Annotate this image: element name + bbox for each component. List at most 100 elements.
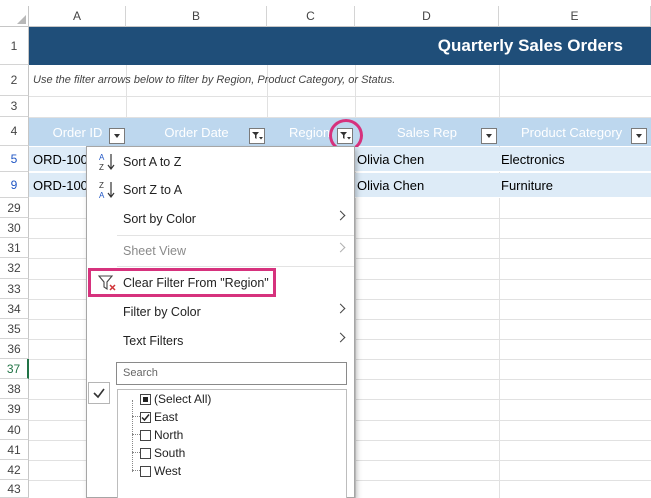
sheet-view-item: Sheet View — [87, 237, 354, 265]
row-header[interactable]: 33 — [0, 279, 29, 299]
unchecked-checkbox[interactable] — [140, 465, 151, 477]
category-cell[interactable]: Electronics — [501, 147, 565, 172]
row-header[interactable]: 4 — [0, 117, 29, 146]
menu-separator — [117, 235, 354, 236]
filter-funnel-icon — [252, 132, 263, 140]
column-header-a[interactable]: A — [29, 6, 126, 27]
row-header[interactable]: 38 — [0, 379, 29, 399]
unchecked-checkbox[interactable] — [140, 429, 151, 441]
row-header[interactable]: 30 — [0, 218, 29, 238]
tree-connector — [132, 416, 140, 417]
menu-item-label: Sort Z to A — [123, 183, 183, 197]
row-header[interactable]: 34 — [0, 299, 29, 319]
option-north[interactable]: North — [140, 426, 183, 444]
chevron-right-icon — [335, 303, 346, 314]
row-header[interactable]: 5 — [0, 146, 29, 172]
chevron-right-icon — [335, 210, 346, 221]
filter-dropdown-button[interactable] — [631, 128, 647, 144]
row-header[interactable]: 40 — [0, 420, 29, 440]
sales-rep-cell[interactable]: Olivia Chen — [357, 147, 424, 172]
row-header[interactable]: 9 — [0, 172, 29, 198]
checkmark-icon — [141, 413, 150, 421]
row-header[interactable]: 42 — [0, 460, 29, 480]
header-order-date[interactable]: Order Date — [126, 118, 267, 146]
option-label: West — [154, 464, 182, 478]
svg-text:Z: Z — [99, 163, 104, 172]
order-id-cell[interactable]: ORD-100 — [33, 173, 88, 198]
chevron-down-icon — [114, 134, 120, 138]
menu-item-label: Text Filters — [123, 334, 184, 348]
checkmark-icon — [93, 388, 105, 399]
instruction-text[interactable]: Use the filter arrows below to filter by… — [33, 74, 395, 86]
select-all-option[interactable]: (Select All) — [140, 390, 211, 408]
svg-text:A: A — [99, 153, 105, 162]
indeterminate-checkbox[interactable] — [140, 393, 151, 405]
tree-connector — [132, 470, 140, 471]
chevron-down-icon — [486, 134, 492, 138]
row-header[interactable]: 39 — [0, 399, 29, 420]
chevron-down-icon — [636, 134, 642, 138]
row-header[interactable]: 43 — [0, 480, 29, 498]
sort-descending-icon: Z A — [99, 181, 115, 200]
sort-by-color-item[interactable]: Sort by Color — [87, 205, 354, 233]
spreadsheet: A B C D E 1 2 3 4 5 9 29 30 31 32 33 34 … — [0, 0, 651, 498]
tree-connector — [132, 434, 140, 435]
menu-item-label: Sort A to Z — [123, 155, 182, 169]
chevron-right-icon — [335, 242, 346, 253]
gridline — [499, 27, 500, 498]
row-header[interactable]: 35 — [0, 319, 29, 339]
filter-by-color-item[interactable]: Filter by Color — [87, 298, 354, 326]
svg-text:A: A — [99, 191, 105, 200]
option-east[interactable]: East — [140, 408, 178, 426]
filter-active-button[interactable] — [249, 128, 265, 144]
filter-search-input[interactable]: Search — [116, 362, 347, 385]
row-header[interactable]: 3 — [0, 96, 29, 117]
option-label: South — [154, 446, 186, 460]
header-sales-rep[interactable]: Sales Rep — [355, 118, 499, 146]
chevron-right-icon — [335, 332, 346, 343]
sheet-title[interactable]: Quarterly Sales Orders — [438, 36, 623, 56]
row-header[interactable]: 41 — [0, 440, 29, 460]
order-id-cell[interactable]: ORD-100 — [33, 147, 88, 172]
unchecked-checkbox[interactable] — [140, 447, 151, 459]
menu-separator — [117, 266, 354, 267]
row-header[interactable]: 2 — [0, 65, 29, 96]
row-header[interactable]: 1 — [0, 27, 29, 65]
row-header[interactable]: 29 — [0, 198, 29, 218]
highlight-box — [88, 268, 276, 297]
option-west[interactable]: West — [140, 462, 181, 480]
option-label: East — [154, 410, 179, 424]
tree-connector — [132, 452, 140, 453]
option-label: North — [154, 428, 184, 442]
text-filters-item[interactable]: Text Filters — [87, 327, 354, 355]
gridline — [29, 96, 651, 97]
option-label: (Select All) — [154, 392, 212, 406]
svg-text:Z: Z — [99, 181, 104, 190]
column-header-c[interactable]: C — [267, 6, 355, 27]
select-all-corner[interactable] — [0, 6, 29, 27]
option-south[interactable]: South — [140, 444, 185, 462]
gridline — [355, 27, 356, 498]
menu-item-label: Sheet View — [123, 244, 187, 258]
header-product-category[interactable]: Product Category — [499, 118, 651, 146]
column-header-e[interactable]: E — [499, 6, 651, 27]
tree-connector — [132, 400, 133, 472]
menu-item-label: Sort by Color — [123, 212, 196, 226]
search-placeholder: Search — [123, 367, 158, 379]
category-cell[interactable]: Furniture — [501, 173, 553, 198]
row-header[interactable]: 31 — [0, 238, 29, 258]
row-header-active[interactable]: 37 — [0, 359, 29, 379]
menu-item-label: Filter by Color — [123, 305, 201, 319]
sort-a-to-z-item[interactable]: A Z Sort A to Z — [87, 148, 354, 176]
column-header-d[interactable]: D — [355, 6, 499, 27]
filter-dropdown-button[interactable] — [481, 128, 497, 144]
checked-checkbox[interactable] — [140, 411, 151, 423]
sort-z-to-a-item[interactable]: Z A Sort Z to A — [87, 176, 354, 204]
sort-ascending-icon: A Z — [99, 153, 115, 172]
sales-rep-cell[interactable]: Olivia Chen — [357, 173, 424, 198]
row-header[interactable]: 32 — [0, 258, 29, 279]
row-header[interactable]: 36 — [0, 339, 29, 359]
apply-checkbox-icon[interactable] — [88, 382, 110, 404]
filter-dropdown-button[interactable] — [109, 128, 125, 144]
column-header-b[interactable]: B — [126, 6, 267, 27]
